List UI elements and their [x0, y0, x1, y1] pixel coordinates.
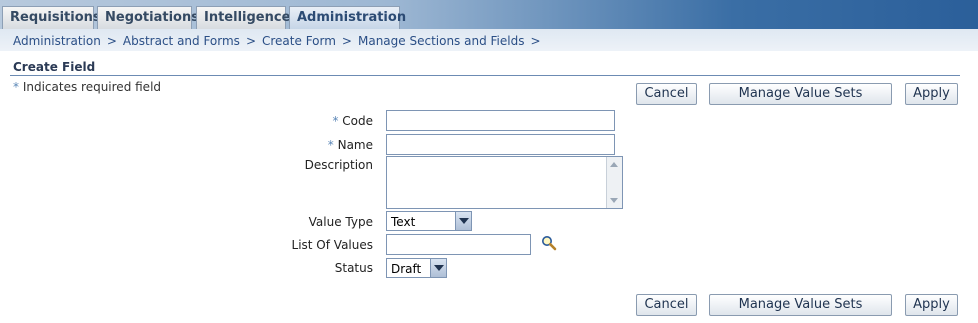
name-label: * Name [328, 138, 373, 152]
cancel-button-bottom[interactable]: Cancel [636, 294, 697, 316]
tab-intelligence[interactable]: Intelligence [196, 6, 290, 29]
value-type-selected: Text [391, 215, 416, 229]
value-type-select[interactable]: Text [386, 211, 472, 231]
description-scrollbar[interactable] [606, 157, 622, 208]
breadcrumb-bar: Administration > Abstract and Forms > Create… [0, 29, 978, 51]
tab-requisitions[interactable]: Requisitions [2, 6, 101, 29]
manage-value-sets-button-top[interactable]: Manage Value Sets [709, 83, 892, 105]
code-label-text: Code [342, 114, 373, 128]
tab-negotiations[interactable]: Negotiations [97, 6, 199, 29]
tab-bar: Requisitions Negotiations Intelligence A… [0, 0, 978, 29]
chevron-down-icon[interactable] [430, 259, 446, 277]
list-of-values-label: List Of Values [291, 238, 373, 252]
breadcrumb-administration[interactable]: Administration [13, 34, 101, 48]
tab-label: Administration [297, 10, 407, 25]
required-star: * [327, 138, 334, 152]
required-note-text: Indicates required field [22, 80, 162, 94]
manage-value-sets-button-bottom[interactable]: Manage Value Sets [709, 294, 892, 316]
description-label: Description [304, 158, 373, 172]
breadcrumb-separator: > [106, 34, 117, 48]
description-field[interactable] [386, 156, 623, 209]
value-type-label: Value Type [308, 215, 373, 229]
required-star: * [332, 114, 339, 128]
code-label: * Code [332, 114, 373, 128]
scroll-up-icon[interactable] [610, 162, 618, 167]
magnifier-icon[interactable] [541, 235, 557, 251]
apply-button-top[interactable]: Apply [905, 83, 958, 105]
apply-button-bottom[interactable]: Apply [905, 294, 958, 316]
tab-administration[interactable]: Administration [289, 6, 406, 29]
breadcrumb-separator: > [530, 34, 541, 48]
status-label: Status [334, 261, 373, 275]
page-title: Create Field [13, 60, 96, 74]
breadcrumb: Administration > Abstract and Forms > Create… [13, 34, 547, 48]
breadcrumb-manage-sections[interactable]: Manage Sections and Fields [358, 34, 524, 48]
breadcrumb-abstract-and-forms[interactable]: Abstract and Forms [123, 34, 240, 48]
required-star: * [13, 80, 19, 94]
cancel-button-top[interactable]: Cancel [636, 83, 697, 105]
breadcrumb-separator: > [341, 34, 352, 48]
scroll-down-icon[interactable] [610, 198, 618, 203]
name-field[interactable] [386, 134, 615, 155]
tab-label: Intelligence [204, 10, 291, 25]
tab-label: Requisitions [10, 10, 101, 25]
code-field[interactable] [386, 110, 615, 131]
list-of-values-field[interactable] [386, 234, 531, 255]
status-selected: Draft [391, 262, 422, 276]
breadcrumb-create-form[interactable]: Create Form [262, 34, 336, 48]
section-divider [10, 75, 960, 76]
tab-label: Negotiations [105, 10, 199, 25]
status-select[interactable]: Draft [386, 258, 447, 278]
required-note: * Indicates required field [13, 80, 161, 94]
breadcrumb-separator: > [245, 34, 256, 48]
name-label-text: Name [337, 138, 373, 152]
chevron-down-icon[interactable] [455, 212, 471, 230]
